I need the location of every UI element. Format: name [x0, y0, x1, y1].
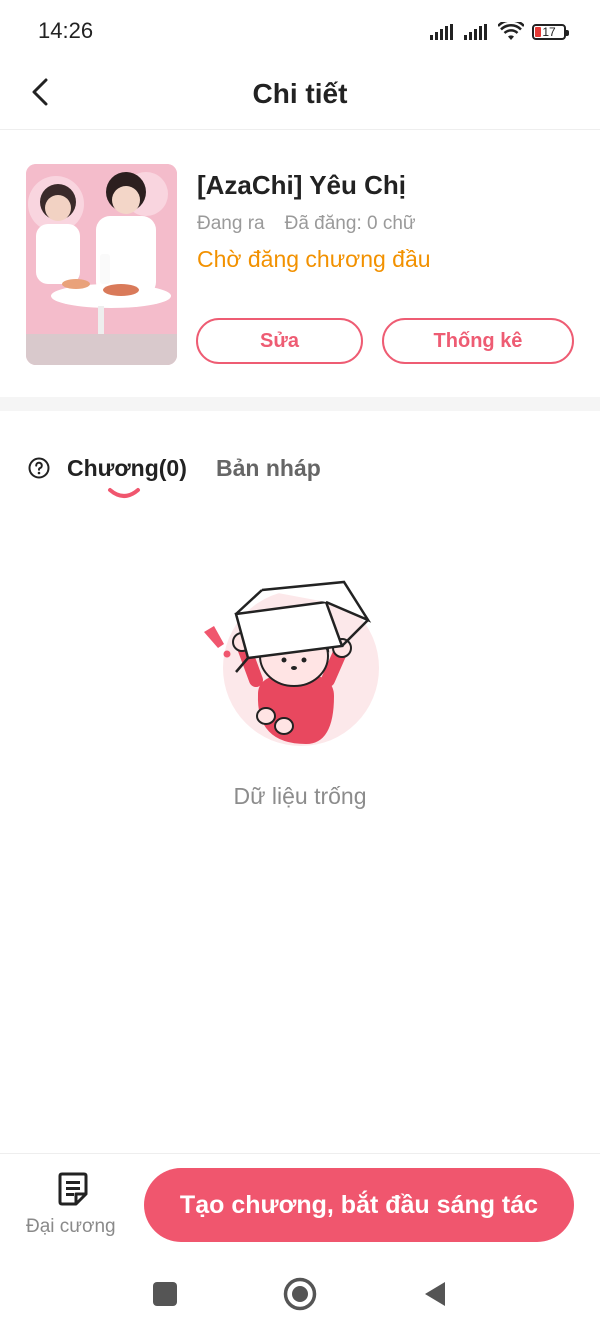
signal-icon: [430, 24, 453, 40]
battery-level: 17: [542, 25, 556, 39]
nav-back-button[interactable]: [423, 1280, 447, 1308]
page-title: Chi tiết: [252, 78, 348, 109]
book-notice: Chờ đăng chương đầu: [197, 246, 431, 272]
edit-button[interactable]: Sửa: [196, 318, 363, 364]
book-status: Đang ra: [197, 213, 265, 234]
book-cover-image[interactable]: [26, 164, 177, 365]
outline-label[interactable]: Đại cương: [26, 1216, 116, 1238]
home-button[interactable]: [283, 1277, 317, 1311]
book-word-count: Đã đăng: 0 chữ: [284, 213, 416, 234]
status-icons: 17: [430, 20, 569, 44]
header-divider: [0, 129, 600, 130]
book-meta: Đang ra Đã đăng: 0 chữ: [197, 213, 416, 235]
status-time: 14:26: [38, 18, 94, 43]
stats-button[interactable]: Thống kê: [382, 318, 574, 364]
book-title: [AzaChi] Yêu Chị: [197, 170, 406, 200]
tab-active-indicator: [108, 488, 140, 498]
signal-icon: [464, 24, 487, 40]
section-divider: [0, 397, 600, 411]
empty-box-illustration: [204, 580, 379, 746]
help-icon[interactable]: [28, 457, 50, 479]
empty-state-text: Dữ liệu trống: [233, 783, 367, 809]
tab-drafts[interactable]: Bản nháp: [216, 455, 321, 482]
tab-chapters[interactable]: Chương(0): [67, 455, 187, 482]
wifi-icon: [498, 22, 524, 40]
bottom-divider: [0, 1153, 600, 1154]
battery-icon: 17: [532, 24, 569, 40]
cover-art: [26, 164, 177, 365]
create-chapter-button[interactable]: Tạo chương, bắt đầu sáng tác: [144, 1168, 574, 1242]
outline-icon[interactable]: [56, 1172, 90, 1208]
recent-apps-button[interactable]: [153, 1282, 177, 1306]
